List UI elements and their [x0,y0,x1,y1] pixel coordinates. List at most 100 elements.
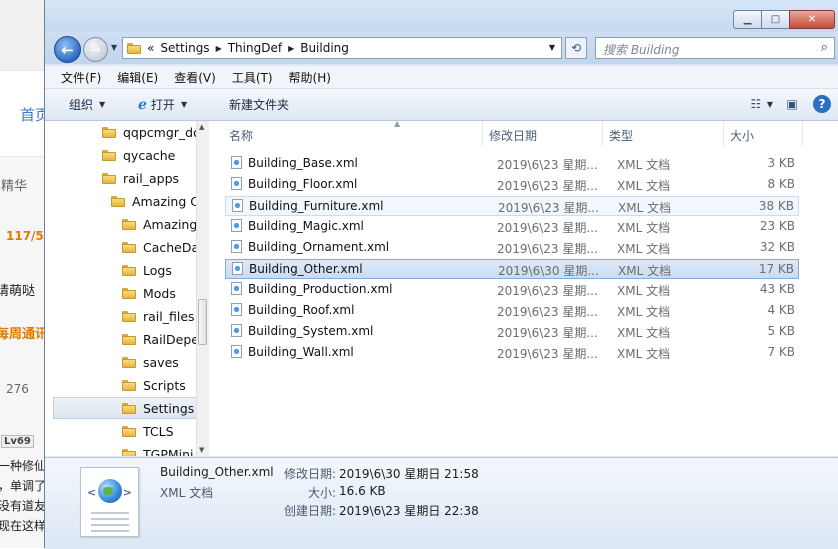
file-row[interactable]: Building_Production.xml 2019\6\23 星期... … [225,280,799,300]
tree-item[interactable]: Amazing [122,213,197,235]
tree-item[interactable]: TCLS [122,420,174,442]
column-divider[interactable] [602,121,603,146]
tree-item[interactable]: Mods [122,282,176,304]
scrollbar-thumb[interactable] [198,299,207,345]
tree-item[interactable]: Scripts [122,374,186,396]
help-icon[interactable]: ? [813,95,831,113]
column-header-size[interactable]: 大小 [730,127,754,144]
search-placeholder: 搜索 Building [603,43,680,57]
file-name: Building_Roof.xml [248,303,355,317]
tree-item-selected[interactable]: Settings [53,397,199,419]
search-input[interactable]: 搜索 Building ⌕ [595,37,835,59]
column-header-type[interactable]: 类型 [609,127,633,144]
breadcrumb-settings[interactable]: Settings [160,41,209,55]
scroll-down-icon[interactable]: ▼ [199,446,204,454]
tree-item[interactable]: saves [122,351,179,373]
title-bar[interactable]: ▁ □ ✕ [45,0,838,32]
tree-item[interactable]: TGPMini [122,443,194,456]
tree-item[interactable]: Amazing C [111,190,199,212]
details-pane: < > Building_Other.xml XML 文档 修改日期: 2019… [45,457,838,549]
file-row-selected[interactable]: Building_Other.xml 2019\6\30 星期... XML 文… [225,259,799,279]
tree-item[interactable]: rail_files [122,305,195,327]
folder-icon [127,42,141,54]
breadcrumb-building[interactable]: Building [300,41,349,55]
tree-item[interactable]: qqpcmgr_do [102,121,201,143]
open-button[interactable]: ℯ 打开 ▼ [138,96,187,113]
refresh-button[interactable]: ⟲ [565,37,587,59]
column-divider[interactable] [482,121,483,146]
tree-item-label: CacheDa [143,239,200,255]
tree-item-label: Amazing C [132,193,199,209]
folder-icon [122,310,136,322]
search-icon[interactable]: ⌕ [821,40,828,55]
organize-button[interactable]: 组织 ▼ [69,96,105,113]
file-modified: 2019\6\23 星期... [497,221,598,235]
maximize-button[interactable]: □ [761,10,790,29]
file-row[interactable]: Building_Magic.xml 2019\6\23 星期... XML 文… [225,217,799,237]
close-button[interactable]: ✕ [789,10,835,29]
folder-icon [102,149,116,161]
file-name: Building_Ornament.xml [248,240,390,254]
folder-icon [122,448,136,456]
view-options-icon[interactable]: ☷ [745,94,767,114]
menu-file[interactable]: 文件(F) [61,69,101,86]
file-row[interactable]: Building_Base.xml 2019\6\23 星期... XML 文档… [225,154,799,174]
file-name: Building_Other.xml [249,262,363,276]
xml-file-icon [231,177,242,190]
text-line-glyph [91,524,129,526]
background-tab-jinghua[interactable]: 精华 [1,175,27,194]
file-modified: 2019\6\23 星期... [497,158,598,172]
details-file-name: Building_Other.xml [160,465,274,479]
file-row[interactable]: Building_Wall.xml 2019\6\23 星期... XML 文档… [225,343,799,363]
xml-file-icon [231,345,242,358]
background-level-badge: Lv69 [1,435,34,448]
preview-pane-icon[interactable]: ▣ [781,94,803,114]
menu-tools[interactable]: 工具(T) [232,69,273,86]
xml-file-icon [232,199,243,212]
column-divider[interactable] [802,121,803,146]
organize-label: 组织 [69,98,94,112]
chevron-right-icon[interactable]: ▶ [288,44,294,53]
tree-item[interactable]: CacheDa [122,236,199,258]
menu-edit[interactable]: 编辑(E) [117,69,158,86]
tree-scrollbar[interactable]: ▲ ▼ [196,121,209,456]
xml-file-icon [231,240,242,253]
chevron-down-icon[interactable]: ▼ [549,43,555,52]
minimize-button[interactable]: ▁ [733,10,762,29]
breadcrumb-overflow[interactable]: « [147,41,154,55]
file-row[interactable]: Building_System.xml 2019\6\23 星期... XML … [225,322,799,342]
column-header-name[interactable]: 名称 [229,127,253,144]
background-weekly[interactable]: 每周通讯 [0,323,48,342]
background-text-line: 一种修仙 [0,459,47,473]
recent-pages-dropdown[interactable]: ▼ [111,43,117,52]
file-modified: 2019\6\23 星期... [497,242,598,256]
menu-view[interactable]: 查看(V) [174,69,216,86]
chevron-down-icon[interactable]: ▼ [767,100,773,109]
file-name: Building_Floor.xml [248,177,358,191]
file-row[interactable]: Building_Roof.xml 2019\6\23 星期... XML 文档… [225,301,799,321]
folder-icon [122,402,136,414]
address-row: ← → ▼ « Settings ▶ ThingDef ▶ Building ▼… [45,32,838,64]
tree-item[interactable]: rail_apps [102,167,179,189]
background-username[interactable]: 请萌哒 [0,280,35,299]
file-row[interactable]: Building_Ornament.xml 2019\6\23 星期... XM… [225,238,799,258]
column-divider[interactable] [723,121,724,146]
tree-item[interactable]: qycache [102,144,175,166]
text-line-glyph [91,512,129,514]
file-row[interactable]: Building_Floor.xml 2019\6\23 星期... XML 文… [225,175,799,195]
breadcrumb-thingdef[interactable]: ThingDef [228,41,282,55]
tree-item[interactable]: RailDepe [122,328,199,350]
forward-button[interactable]: → [83,37,108,62]
address-bar[interactable]: « Settings ▶ ThingDef ▶ Building ▼ [122,37,562,59]
back-button[interactable]: ← [54,36,81,63]
chevron-right-icon[interactable]: ▶ [216,44,222,53]
column-header-modified[interactable]: 修改日期 [489,127,537,144]
new-folder-button[interactable]: 新建文件夹 [229,96,289,113]
menu-help[interactable]: 帮助(H) [289,69,331,86]
details-size-value: 16.6 KB [339,484,386,498]
folder-icon [122,241,136,253]
tree-item[interactable]: Logs [122,259,172,281]
scroll-up-icon[interactable]: ▲ [199,123,204,131]
file-type: XML 文档 [617,305,671,319]
file-row-hovered[interactable]: Building_Furniture.xml 2019\6\23 星期... X… [225,196,799,216]
